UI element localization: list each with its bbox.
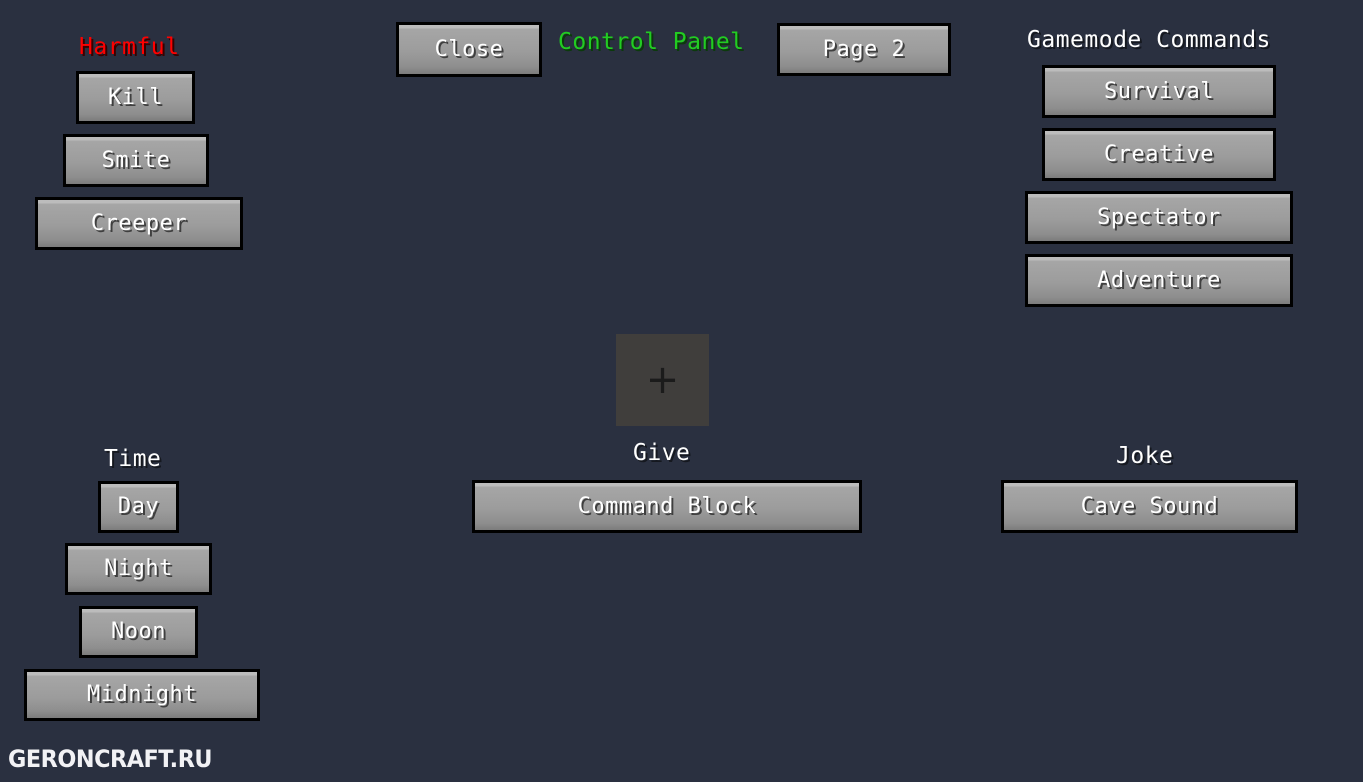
time-day-label: Day bbox=[117, 494, 160, 519]
joke-cave-sound-label: Cave Sound bbox=[1080, 493, 1219, 519]
harmful-kill-label: Kill bbox=[108, 84, 163, 110]
control-panel-screen: Close Control Panel Page 2 Harmful Kill … bbox=[0, 0, 1363, 782]
gamemode-adventure-label: Adventure bbox=[1097, 267, 1221, 293]
time-noon-label: Noon bbox=[111, 619, 166, 644]
gamemode-adventure-button[interactable]: Adventure bbox=[1025, 254, 1293, 307]
joke-cave-sound-button[interactable]: Cave Sound bbox=[1001, 480, 1298, 533]
give-section-title: Give bbox=[633, 440, 691, 466]
time-midnight-button[interactable]: Midnight bbox=[24, 669, 260, 721]
close-button-label: Close bbox=[434, 36, 504, 62]
gamemode-creative-label: Creative bbox=[1104, 141, 1214, 167]
give-command-block-label: Command Block bbox=[577, 493, 757, 519]
gamemode-spectator-label: Spectator bbox=[1097, 204, 1221, 230]
harmful-smite-label: Smite bbox=[101, 147, 171, 173]
gamemode-spectator-button[interactable]: Spectator bbox=[1025, 191, 1293, 244]
gamemode-survival-label: Survival bbox=[1104, 78, 1214, 104]
time-noon-button[interactable]: Noon bbox=[79, 606, 198, 658]
gamemode-survival-button[interactable]: Survival bbox=[1042, 65, 1276, 118]
plus-icon: + bbox=[645, 357, 680, 403]
joke-section-title: Joke bbox=[1116, 443, 1174, 469]
harmful-creeper-button[interactable]: Creeper bbox=[35, 197, 243, 250]
time-day-button[interactable]: Day bbox=[98, 481, 179, 533]
time-night-label: Night bbox=[104, 556, 173, 581]
give-item-slot[interactable]: + bbox=[616, 334, 709, 426]
time-midnight-label: Midnight bbox=[87, 682, 197, 707]
give-command-block-button[interactable]: Command Block bbox=[472, 480, 862, 533]
page-title: Control Panel bbox=[558, 29, 745, 55]
harmful-section-title: Harmful bbox=[79, 34, 180, 60]
harmful-creeper-label: Creeper bbox=[90, 210, 188, 236]
gamemode-creative-button[interactable]: Creative bbox=[1042, 128, 1276, 181]
gamemode-section-title: Gamemode Commands bbox=[1027, 27, 1271, 53]
time-section-title: Time bbox=[104, 446, 162, 472]
close-button[interactable]: Close bbox=[396, 22, 542, 77]
page-2-button-label: Page 2 bbox=[822, 36, 906, 62]
harmful-kill-button[interactable]: Kill bbox=[76, 71, 195, 124]
watermark: GERONCRAFT.RU bbox=[8, 745, 213, 773]
harmful-smite-button[interactable]: Smite bbox=[63, 134, 209, 187]
page-2-button[interactable]: Page 2 bbox=[777, 23, 951, 76]
time-night-button[interactable]: Night bbox=[65, 543, 212, 595]
